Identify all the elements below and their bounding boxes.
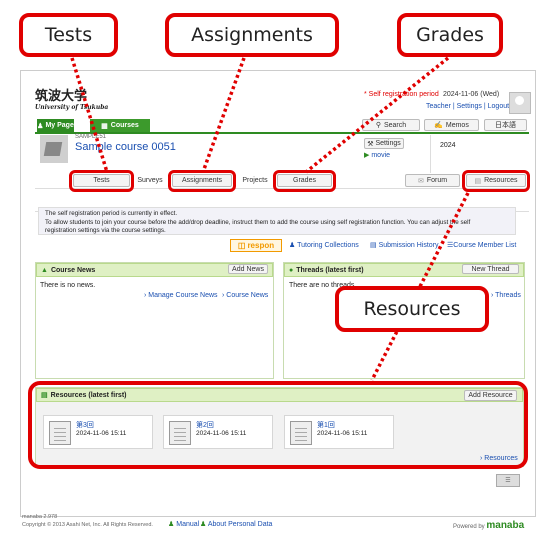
- callout-assignments: Assignments: [165, 13, 339, 57]
- callout-grades: Grades: [397, 13, 503, 57]
- callout-tests: Tests: [19, 13, 118, 57]
- callout-resources: Resources: [335, 286, 489, 332]
- callout-connectors: [70, 56, 470, 381]
